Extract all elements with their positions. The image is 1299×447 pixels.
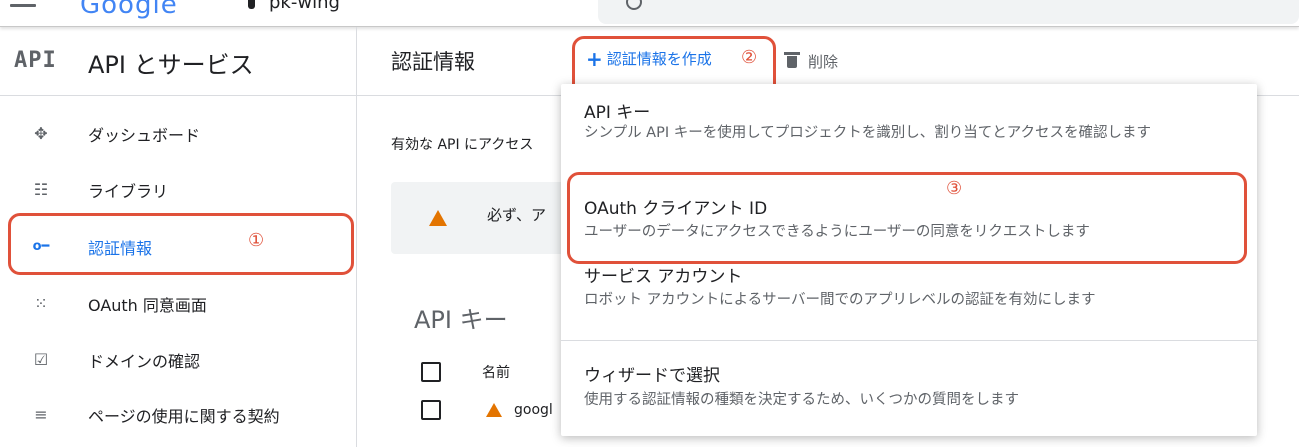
delete-button[interactable]: 削除 (808, 51, 838, 72)
project-name: pk-wing (269, 0, 340, 13)
search-input[interactable] (598, 0, 1299, 24)
sidebar-item-oauth-consent[interactable]: ⁙ OAuth 同意画面 (0, 278, 356, 330)
menu-item-service-account[interactable]: サービス アカウント ロボット アカウントによるサーバー間でのアプリレベルの認証… (561, 256, 1257, 340)
menu-item-description: 使用する認証情報の種類を決定するため、いくつかの質問をします (584, 392, 1019, 408)
library-icon: ☷ (33, 180, 49, 199)
sidebar-item-label: ダッシュボード (88, 126, 201, 145)
consent-icon: ⁙ (34, 294, 48, 313)
project-icon (248, 0, 255, 9)
api-key-name-link[interactable]: googl (514, 402, 553, 418)
trash-icon[interactable] (784, 52, 800, 68)
annotation-box-3 (567, 172, 1247, 264)
annotation-number-1: ① (248, 230, 265, 251)
top-bar: Google pk-wing (0, 0, 1299, 27)
annotation-number-3: ③ (946, 178, 963, 199)
sidebar-header: API API とサービス (0, 27, 356, 96)
sidebar-item-label: ドメインの確認 (88, 352, 201, 371)
sidebar-item-label: ページの使用に関する契約 (88, 407, 280, 426)
menu-item-description: シンプル API キーを使用してプロジェクトを識別し、割り当てとアクセスを確認し… (584, 125, 1152, 141)
dashboard-icon: ✥ (34, 124, 48, 143)
api-keys-section-title: API キー (414, 306, 508, 334)
info-text: 有効な API にアクセス (391, 137, 534, 153)
sidebar-item-label: ライブラリ (88, 182, 169, 201)
menu-item-description: ロボット アカウントによるサーバー間でのアプリレベルの認証を有効にします (584, 292, 1096, 308)
menu-icon[interactable] (10, 0, 36, 12)
annotation-box-1 (8, 213, 354, 275)
google-logo[interactable]: Google (80, 0, 178, 20)
sidebar-item-domain-verification[interactable]: ☑ ドメインの確認 (0, 334, 356, 386)
warning-text: 必ず、ア (487, 206, 546, 224)
menu-item-api-key[interactable]: API キー シンプル API キーを使用してプロジェクトを識別し、割り当てとア… (561, 84, 1257, 176)
settings-list-icon: ≡ (34, 405, 48, 424)
sidebar-item-dashboard[interactable]: ✥ ダッシュボード (0, 108, 356, 160)
project-selector[interactable]: pk-wing (248, 0, 340, 13)
menu-item-title: サービス アカウント (584, 267, 743, 287)
warning-icon (486, 403, 502, 417)
sidebar-item-page-usage-agreements[interactable]: ≡ ページの使用に関する契約 (0, 389, 356, 441)
sidebar-item-library[interactable]: ☷ ライブラリ (0, 164, 356, 216)
select-all-checkbox[interactable] (421, 362, 441, 382)
column-header-name[interactable]: 名前 (482, 362, 510, 382)
row-checkbox[interactable] (421, 400, 441, 420)
api-logo-icon: API (14, 48, 57, 73)
menu-item-wizard[interactable]: ウィザードで選択 使用する認証情報の種類を決定するため、いくつかの質問をします (561, 341, 1257, 436)
sidebar-item-label: OAuth 同意画面 (88, 296, 207, 315)
menu-item-title: API キー (584, 103, 651, 123)
checkbox-icon: ☑ (33, 350, 49, 369)
search-icon (626, 0, 642, 10)
sidebar-title: API とサービス (88, 51, 254, 79)
page-title: 認証情報 (391, 50, 475, 74)
menu-item-title: ウィザードで選択 (584, 366, 720, 386)
warning-icon (429, 210, 447, 226)
